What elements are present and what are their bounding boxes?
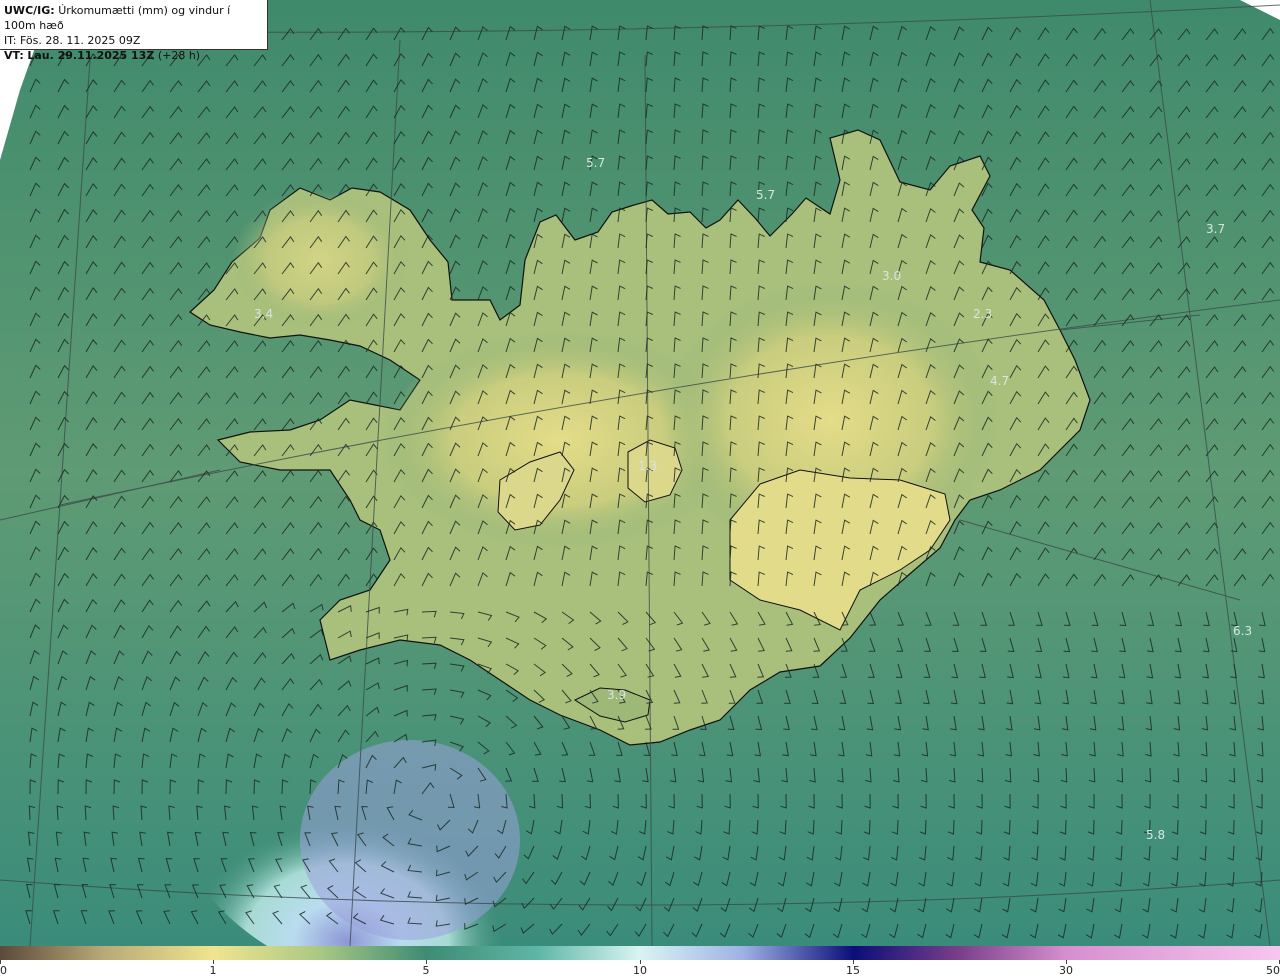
valid-time-prefix: VT:	[4, 49, 24, 62]
issue-time: IT: Fös. 28. 11. 2025 09Z	[4, 34, 141, 47]
title-line: UWC/IG: Úrkomumætti (mm) og vindur í 100…	[4, 3, 263, 33]
colorbar-tick-label: 50	[1266, 964, 1280, 977]
map-label: 3.0	[882, 269, 901, 283]
valid-time-line: VT: Lau. 29.11.2025 13Z (+28 h)	[4, 48, 263, 63]
map-label: 4.7	[990, 374, 1009, 388]
map-label: 3.7	[1206, 222, 1225, 236]
map-stage: 5.7 5.7 3.7 3.0 2.3 4.7 3.4 1.3 6.3 3.9 …	[0, 0, 1280, 978]
map-info-box: UWC/IG: Úrkomumætti (mm) og vindur í 100…	[0, 0, 268, 62]
product-code: UWC/IG:	[4, 4, 55, 17]
map-label: 6.3	[1233, 624, 1252, 638]
map-label: 2.3	[973, 307, 992, 321]
lead-time: (+28 h)	[157, 49, 201, 62]
map-label: 5.7	[586, 156, 605, 170]
colorbar-tick-label: 15	[846, 964, 860, 977]
map-label: 3.9	[607, 688, 626, 702]
colorbar-gradient	[0, 946, 1280, 960]
colorbar-tick-label: 0	[0, 964, 7, 977]
colorbar-tick-label: 10	[633, 964, 647, 977]
colorbar: 0 1 5 10 15 30 50	[0, 946, 1280, 978]
colorbar-tick-label: 30	[1059, 964, 1073, 977]
map-label: 1.3	[638, 459, 657, 473]
map-label: 5.8	[1146, 828, 1165, 842]
map-label: 5.7	[756, 188, 775, 202]
precipitable-water-map: 5.7 5.7 3.7 3.0 2.3 4.7 3.4 1.3 6.3 3.9 …	[0, 0, 1280, 946]
valid-time: Lau. 29.11.2025 13Z	[27, 49, 155, 62]
colorbar-tick-label: 5	[422, 964, 430, 977]
map-label: 3.4	[254, 307, 273, 321]
colorbar-tick-label: 1	[209, 964, 217, 977]
